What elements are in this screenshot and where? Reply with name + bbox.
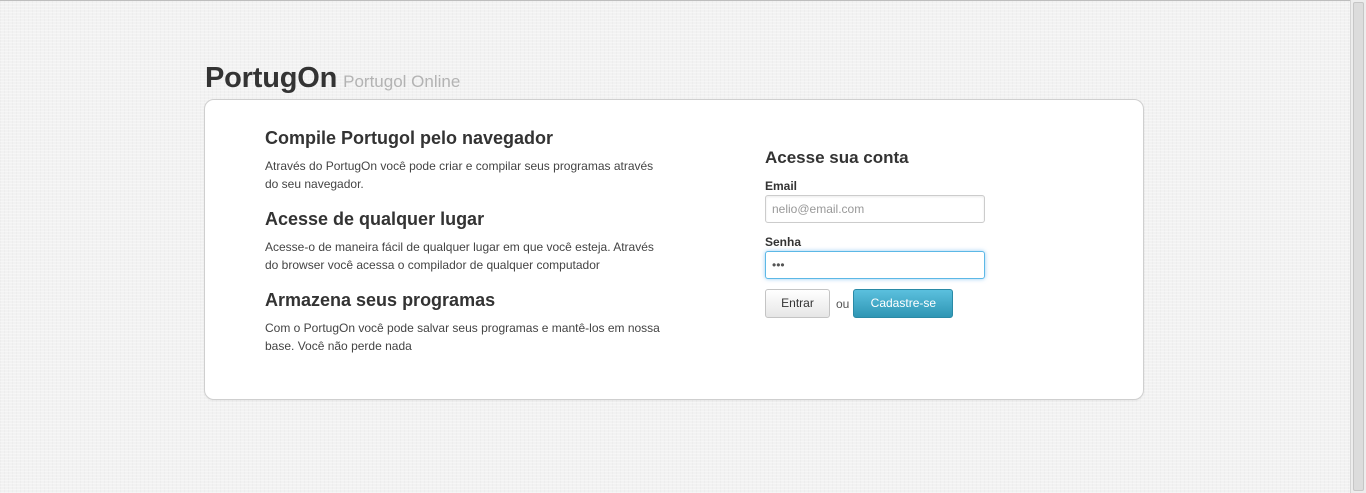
password-field[interactable] xyxy=(765,251,985,279)
feature-item: Acesse de qualquer lugar Acesse-o de man… xyxy=(265,208,685,274)
email-label: Email xyxy=(765,179,798,193)
feature-description: Com o PortugOn você pode salvar seus pro… xyxy=(265,321,660,353)
login-actions: Entrar ou Cadastre-se xyxy=(765,289,1025,318)
vertical-scrollbar[interactable] xyxy=(1350,0,1366,493)
feature-item: Compile Portugol pelo navegador Através … xyxy=(265,127,685,193)
login-title: Acesse sua conta xyxy=(765,148,909,167)
feature-title: Compile Portugol pelo navegador xyxy=(265,128,554,148)
login-form: Acesse sua conta Email Senha Entrar ou C… xyxy=(765,148,1025,318)
feature-item: Armazena seus programas Com o PortugOn v… xyxy=(265,289,685,355)
site-header: PortugOn Portugol Online xyxy=(205,62,460,95)
feature-description: Através do PortugOn você pode criar e co… xyxy=(265,159,654,191)
main-panel: Compile Portugol pelo navegador Através … xyxy=(204,99,1144,400)
feature-title: Armazena seus programas xyxy=(265,290,496,310)
password-label: Senha xyxy=(765,235,802,249)
login-button[interactable]: Entrar xyxy=(765,289,830,318)
features-list: Compile Portugol pelo navegador Através … xyxy=(265,127,685,355)
feature-description: Acesse-o de maneira fácil de qualquer lu… xyxy=(265,240,654,272)
brand-title[interactable]: PortugOn xyxy=(205,62,337,94)
window-top-border xyxy=(0,0,1350,1)
feature-title: Acesse de qualquer lugar xyxy=(265,209,485,229)
scrollbar-thumb[interactable] xyxy=(1353,2,1364,491)
email-field[interactable] xyxy=(765,195,985,223)
brand-tagline: Portugol Online xyxy=(343,72,461,91)
signup-button[interactable]: Cadastre-se xyxy=(853,289,954,318)
or-separator: ou xyxy=(836,296,850,311)
